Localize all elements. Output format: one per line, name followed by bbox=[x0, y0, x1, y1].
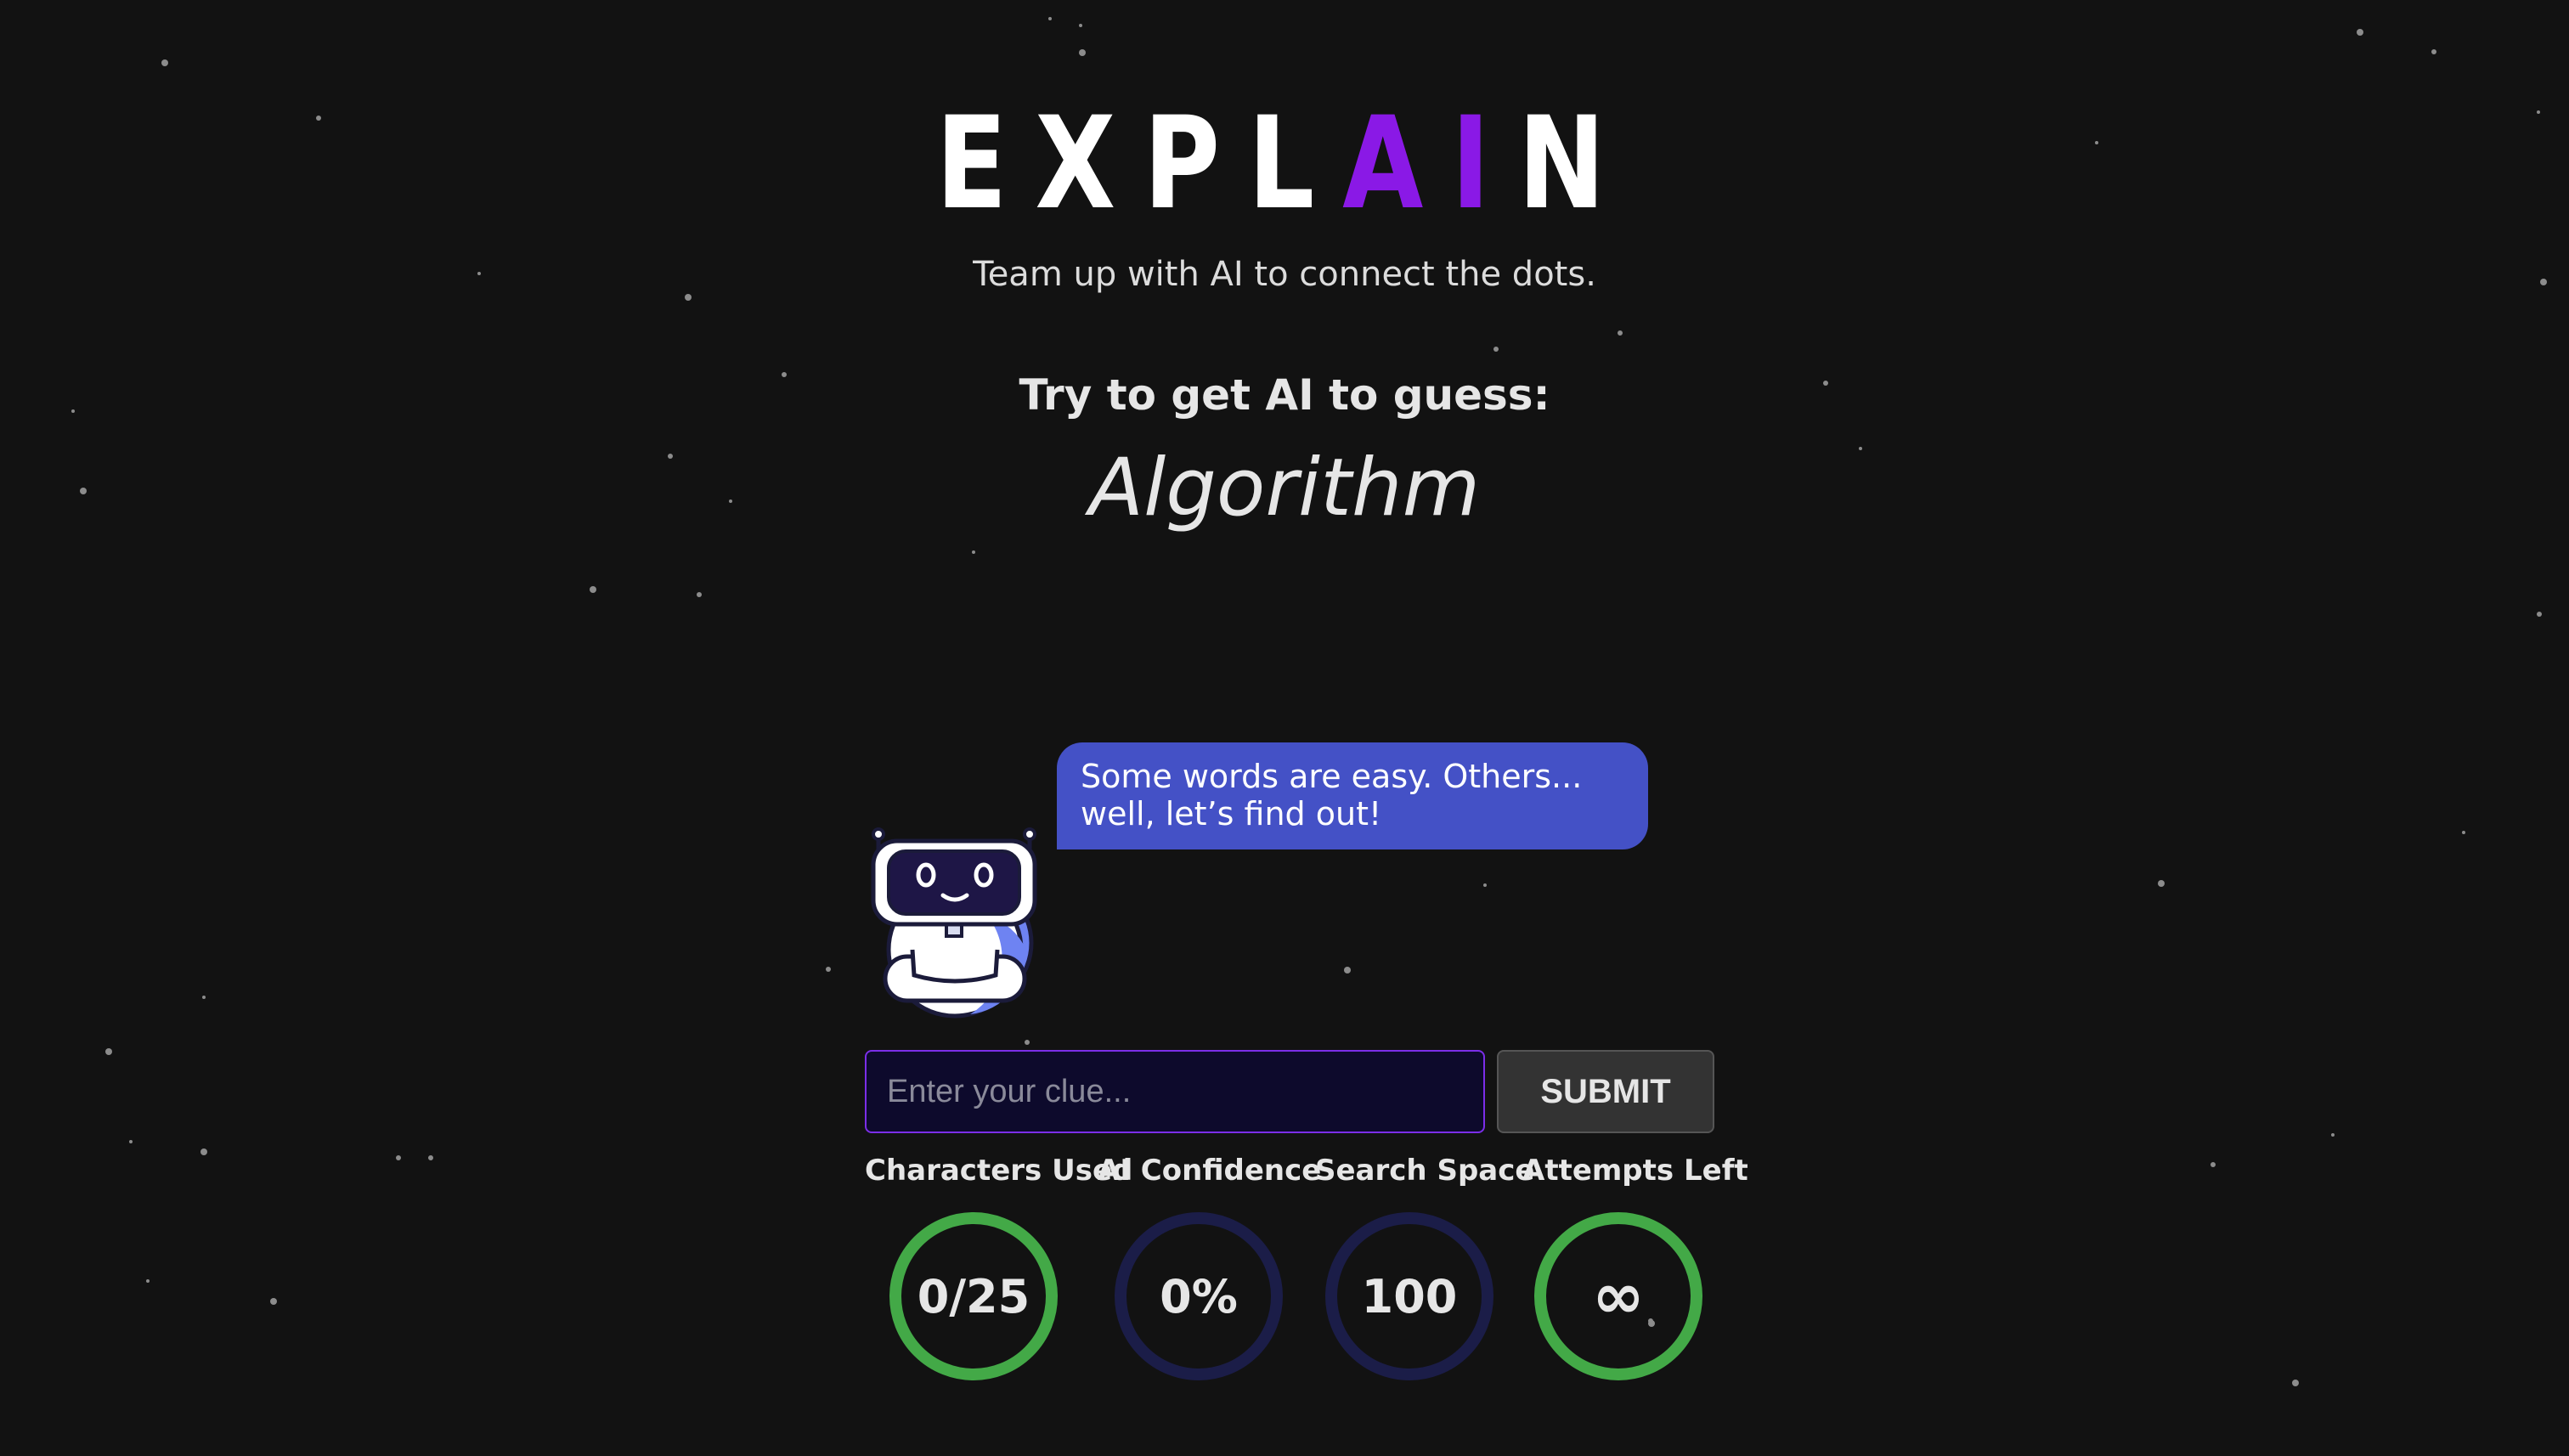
tagline: Team up with AI to connect the dots. bbox=[973, 255, 1596, 294]
logo-accent: AI bbox=[1342, 90, 1518, 238]
logo-prefix: EXPL bbox=[935, 90, 1343, 238]
stat-label-search-space: Search Space bbox=[1315, 1154, 1535, 1188]
submit-button[interactable]: SUBMIT bbox=[1497, 1050, 1714, 1133]
stat-label-ai-confidence: AI Confidence bbox=[1098, 1154, 1322, 1188]
ai-confidence-gauge: 0% bbox=[1115, 1212, 1283, 1380]
assistant-message-line-1: Some words are easy. Others... bbox=[1081, 758, 1583, 795]
attempts-left-gauge: ∞ bbox=[1534, 1212, 1702, 1380]
characters-used-value: 0/25 bbox=[917, 1269, 1030, 1323]
stat-label-characters-used: Characters Used bbox=[865, 1154, 1133, 1188]
target-word: Algorithm bbox=[1088, 442, 1481, 534]
ai-confidence-value: 0% bbox=[1160, 1269, 1238, 1323]
characters-used-gauge: 0/25 bbox=[889, 1212, 1058, 1380]
infinity-icon: ∞ bbox=[1592, 1260, 1645, 1333]
robot-mascot-icon bbox=[871, 827, 1037, 1019]
game-page: EXPLAIN Team up with AI to connect the d… bbox=[0, 0, 2569, 1456]
stat-label-attempts-left: Attempts Left bbox=[1522, 1154, 1748, 1188]
assistant-speech-bubble: Some words are easy. Others... well, let… bbox=[1057, 742, 1648, 849]
search-space-gauge: 100 bbox=[1325, 1212, 1493, 1380]
app-logo: EXPLAIN bbox=[231, 100, 2338, 228]
search-space-value: 100 bbox=[1361, 1269, 1458, 1323]
assistant-message-line-2: well, let’s find out! bbox=[1081, 795, 1382, 832]
challenge-prompt: Try to get AI to guess: bbox=[1019, 370, 1550, 420]
logo-suffix: N bbox=[1517, 90, 1634, 238]
clue-input[interactable] bbox=[865, 1050, 1485, 1133]
